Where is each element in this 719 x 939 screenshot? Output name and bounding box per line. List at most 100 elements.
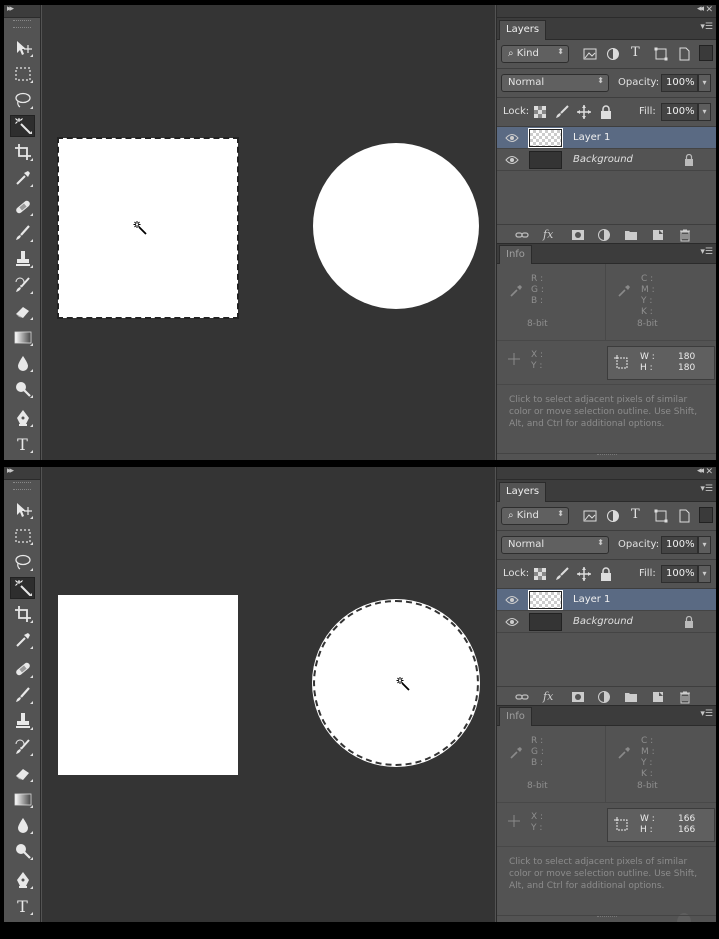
magic-wand-tool-button[interactable] — [10, 577, 35, 599]
smart-object-filter-icon[interactable] — [677, 509, 691, 523]
layer-lock-icon[interactable] — [684, 616, 694, 628]
layer-mask-icon[interactable] — [571, 690, 585, 704]
collapse-icon[interactable]: ◂◂ — [697, 467, 704, 476]
expand-icon[interactable]: ▸▸ — [7, 467, 14, 476]
eyedropper-tool-button[interactable] — [10, 629, 35, 651]
opacity-input[interactable]: 100% — [661, 74, 698, 92]
healing-brush-tool-button[interactable] — [10, 196, 35, 218]
tab-layers[interactable]: Layers — [499, 482, 547, 502]
new-group-icon[interactable] — [624, 228, 638, 242]
lock-position-icon[interactable] — [577, 567, 591, 581]
visibility-eye-icon[interactable] — [505, 132, 519, 144]
blur-tool-button[interactable] — [10, 352, 35, 374]
rectangular-marquee-tool-button[interactable] — [10, 525, 35, 547]
panel-menu-icon[interactable]: ▾☰ — [700, 709, 713, 719]
brush-tool-button[interactable] — [10, 222, 35, 244]
tools-panel-header[interactable]: ▸▸ — [4, 467, 40, 480]
layer-row-layer-1[interactable]: Layer 1 — [497, 127, 716, 149]
fill-input[interactable]: 100% — [661, 565, 698, 583]
white-circle[interactable] — [313, 143, 479, 309]
fill-input[interactable]: 100% — [661, 103, 698, 121]
fx-icon[interactable]: fx — [543, 690, 553, 703]
filter-kind-dropdown[interactable]: ⌕ Kind ⬍ — [501, 507, 569, 525]
lock-all-icon[interactable] — [599, 567, 613, 581]
pixel-layer-filter-icon[interactable] — [583, 509, 597, 523]
fill-dropdown-icon[interactable]: ▾ — [698, 565, 711, 583]
tab-info[interactable]: Info — [499, 245, 532, 264]
layer-name[interactable]: Layer 1 — [573, 594, 610, 605]
rectangular-marquee-tool-button[interactable] — [10, 63, 35, 85]
eyedropper-tool-button[interactable] — [10, 167, 35, 189]
lock-position-icon[interactable] — [577, 105, 591, 119]
magic-wand-tool-button[interactable] — [10, 115, 35, 137]
brush-tool-button[interactable] — [10, 684, 35, 706]
pen-tool-button[interactable] — [10, 407, 35, 429]
type-tool-button[interactable]: T — [10, 895, 35, 917]
gradient-tool-button[interactable] — [10, 326, 35, 348]
eraser-tool-button[interactable] — [10, 762, 35, 784]
layer-lock-icon[interactable] — [684, 154, 694, 166]
layer-name[interactable]: Layer 1 — [573, 132, 610, 143]
adjustment-layer-icon[interactable] — [597, 228, 611, 242]
panel-grip[interactable] — [13, 20, 31, 28]
document-canvas[interactable] — [42, 5, 495, 460]
new-group-icon[interactable] — [624, 690, 638, 704]
dodge-tool-button[interactable] — [10, 840, 35, 862]
lock-image-brush-icon[interactable] — [555, 105, 569, 119]
link-layers-icon[interactable] — [515, 690, 529, 704]
filter-kind-dropdown[interactable]: ⌕ Kind ⬍ — [501, 45, 569, 63]
panel-menu-icon[interactable]: ▾☰ — [700, 22, 713, 32]
fx-icon[interactable]: fx — [543, 228, 553, 241]
lock-transparent-icon[interactable] — [534, 568, 546, 580]
type-tool-button[interactable]: T — [10, 433, 35, 455]
crop-tool-button[interactable] — [10, 603, 35, 625]
trash-icon[interactable] — [678, 690, 692, 704]
layer-name[interactable]: Background — [573, 154, 633, 165]
layer-row-background[interactable]: Background — [497, 611, 716, 633]
filter-toggle[interactable] — [699, 507, 713, 523]
tab-layers[interactable]: Layers — [499, 20, 547, 40]
clone-stamp-tool-button[interactable] — [10, 710, 35, 732]
gradient-tool-button[interactable] — [10, 788, 35, 810]
shape-layer-filter-icon[interactable] — [654, 509, 668, 523]
panel-grip[interactable] — [13, 482, 31, 490]
white-square[interactable] — [58, 595, 238, 775]
tools-panel-header[interactable]: ▸▸ — [4, 5, 40, 18]
type-layer-filter-icon[interactable]: T — [631, 507, 640, 522]
close-icon[interactable]: ✕ — [705, 5, 713, 15]
filter-toggle[interactable] — [699, 45, 713, 61]
panel-dock-header[interactable]: ◂◂ ✕ — [497, 467, 716, 480]
adjustment-layer-icon[interactable] — [597, 690, 611, 704]
lock-transparent-icon[interactable] — [534, 106, 546, 118]
blend-mode-dropdown[interactable]: Normal ⬍ — [501, 74, 609, 92]
lock-image-brush-icon[interactable] — [555, 567, 569, 581]
opacity-input[interactable]: 100% — [661, 536, 698, 554]
crop-tool-button[interactable] — [10, 141, 35, 163]
panel-menu-icon[interactable]: ▾☰ — [700, 484, 713, 494]
move-tool-button[interactable] — [10, 499, 35, 521]
eraser-tool-button[interactable] — [10, 300, 35, 322]
history-brush-tool-button[interactable] — [10, 736, 35, 758]
history-brush-tool-button[interactable] — [10, 274, 35, 296]
opacity-dropdown-icon[interactable]: ▾ — [698, 536, 711, 554]
move-tool-button[interactable] — [10, 37, 35, 59]
panel-menu-icon[interactable]: ▾☰ — [700, 247, 713, 257]
tab-info[interactable]: Info — [499, 707, 532, 726]
visibility-eye-icon[interactable] — [505, 594, 519, 606]
lasso-tool-button[interactable] — [10, 551, 35, 573]
link-layers-icon[interactable] — [515, 228, 529, 242]
type-layer-filter-icon[interactable]: T — [631, 45, 640, 60]
visibility-eye-icon[interactable] — [505, 154, 519, 166]
fill-dropdown-icon[interactable]: ▾ — [698, 103, 711, 121]
layer-name[interactable]: Background — [573, 616, 633, 627]
clone-stamp-tool-button[interactable] — [10, 248, 35, 270]
document-canvas[interactable] — [42, 467, 495, 922]
new-layer-icon[interactable] — [651, 690, 665, 704]
smart-object-filter-icon[interactable] — [677, 47, 691, 61]
panel-dock-header[interactable]: ◂◂ ✕ — [497, 5, 716, 18]
lasso-tool-button[interactable] — [10, 89, 35, 111]
close-icon[interactable]: ✕ — [705, 467, 713, 477]
opacity-dropdown-icon[interactable]: ▾ — [698, 74, 711, 92]
layer-row-layer-1[interactable]: Layer 1 — [497, 589, 716, 611]
blur-tool-button[interactable] — [10, 814, 35, 836]
